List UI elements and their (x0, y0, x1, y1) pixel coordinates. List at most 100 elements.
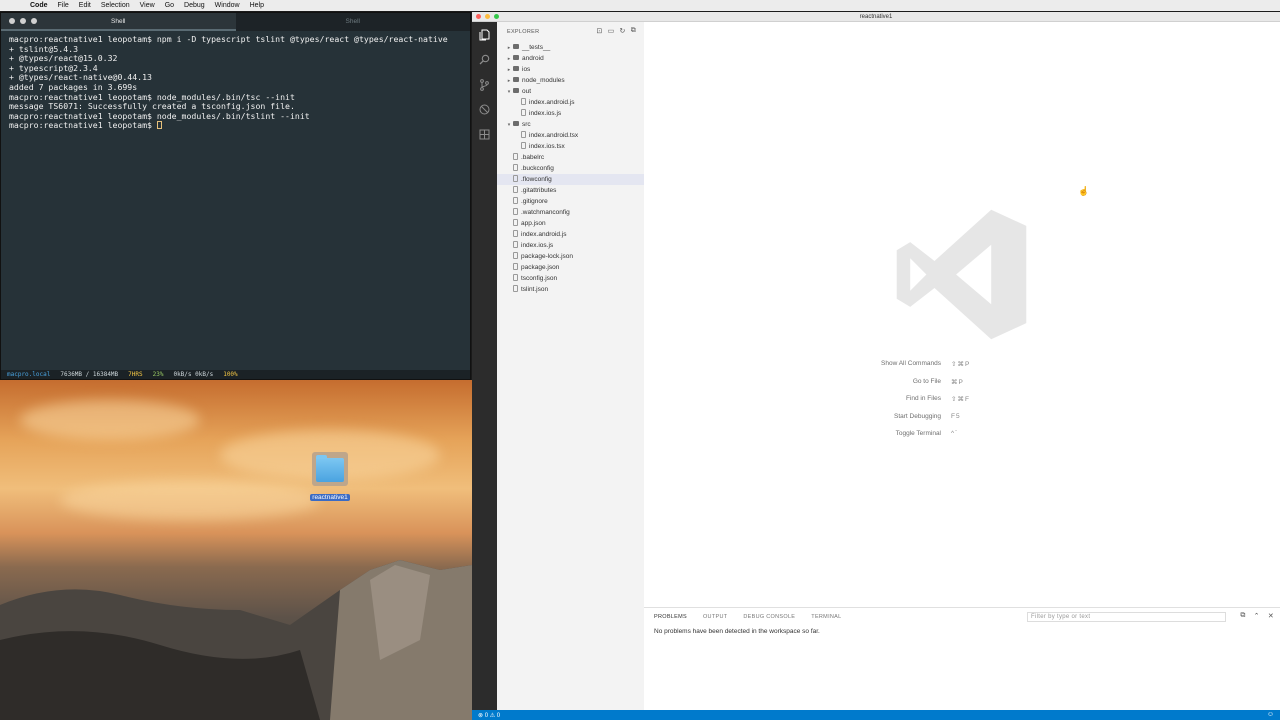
tab-output[interactable]: OUTPUT (703, 614, 727, 620)
tab-problems[interactable]: PROBLEMS (654, 614, 687, 620)
tree-folder[interactable]: ▸ node_modules (497, 75, 644, 86)
debug-icon[interactable] (472, 97, 497, 122)
files-icon[interactable] (472, 22, 497, 47)
tree-folder[interactable]: ▾ src (497, 119, 644, 130)
tree-file[interactable]: .buckconfig (497, 163, 644, 174)
close-panel-icon[interactable]: ✕ (1268, 612, 1274, 620)
tree-file[interactable]: package.json (497, 262, 644, 273)
menu-edit[interactable]: Edit (79, 2, 91, 9)
error-icon: ⊗ (478, 712, 484, 719)
file-icon (513, 208, 518, 215)
status-host: macpro.local (7, 371, 51, 378)
file-icon (513, 186, 518, 193)
collapse-all-icon[interactable]: ⧉ (631, 27, 636, 35)
tree-item-label: .watchmanconfig (521, 209, 570, 216)
tree-file[interactable]: package-lock.json (497, 251, 644, 262)
terminal-window-controls[interactable] (9, 18, 37, 24)
tree-file[interactable]: .flowconfig (497, 174, 644, 185)
vscode-logo-watermark (896, 209, 1027, 340)
tree-file[interactable]: tslint.json (497, 284, 644, 295)
tree-item-label: app.json (521, 220, 546, 227)
tree-file[interactable]: .babelrc (497, 152, 644, 163)
shortcut-keys: ⇧⌘P (951, 361, 971, 368)
file-icon (513, 252, 518, 259)
terminal-tab-inactive[interactable]: Shell (236, 13, 471, 31)
tree-file[interactable]: .gitattributes (497, 185, 644, 196)
menu-go[interactable]: Go (165, 2, 174, 9)
maximize-panel-icon[interactable]: ⌃ (1254, 612, 1260, 620)
tree-item-label: index.android.js (521, 231, 567, 238)
status-uptime: 7HRS (128, 371, 143, 378)
menu-file[interactable]: File (58, 2, 69, 9)
error-count: 0 (484, 712, 489, 719)
refresh-icon[interactable]: ↻ (620, 27, 626, 35)
wallpaper-cliffs (0, 560, 472, 720)
source-control-icon[interactable] (472, 72, 497, 97)
shortcut-row: Show All Commands ⇧⌘P (644, 360, 1280, 378)
terminal-window[interactable]: Shell Shell macpro:reactnative1 leopotam… (0, 12, 471, 380)
shortcut-keys: ⌘P (951, 378, 964, 386)
editor-area[interactable]: Show All Commands ⇧⌘P Go to File ⌘P Find i… (644, 22, 1280, 617)
shortcut-label: Show All Commands (881, 360, 941, 367)
desktop-folder[interactable]: reactnative1 (310, 452, 350, 504)
shortcut-row: Toggle Terminal ^` (644, 430, 1280, 448)
tree-folder[interactable]: ▸ ios (497, 64, 644, 75)
tree-file[interactable]: index.android.js (497, 97, 644, 108)
menu-window[interactable]: Window (215, 2, 240, 9)
tree-item-label: .flowconfig (521, 176, 552, 183)
panel-actions: ⧉ ⌃ ✕ (1240, 612, 1274, 620)
menu-debug[interactable]: Debug (184, 2, 205, 9)
file-icon (513, 153, 518, 160)
tree-file[interactable]: .gitignore (497, 196, 644, 207)
problems-filter-input[interactable]: Filter by type or text (1027, 612, 1226, 622)
shortcut-row: Start Debugging F5 (644, 413, 1280, 431)
folder-icon (513, 88, 519, 93)
terminal-output[interactable]: macpro:reactnative1 leopotam$ npm i -D t… (1, 31, 470, 135)
collapse-all-icon[interactable]: ⧉ (1240, 612, 1245, 620)
shortcut-keys: ^` (951, 430, 959, 437)
search-icon[interactable] (472, 47, 497, 72)
tree-item-label: __tests__ (522, 44, 551, 51)
tab-debug-console[interactable]: DEBUG CONSOLE (743, 614, 795, 620)
shortcut-keys: F5 (951, 412, 961, 420)
folder-icon (513, 44, 519, 49)
tab-terminal[interactable]: TERMINAL (811, 614, 841, 620)
menu-app-name[interactable]: Code (30, 2, 48, 9)
tree-folder[interactable]: ▸ __tests__ (497, 42, 644, 53)
menu-help[interactable]: Help (250, 2, 264, 9)
problems-status[interactable]: ⊗ 0 ⚠ 0 (478, 712, 500, 719)
tree-file[interactable]: index.ios.js (497, 240, 644, 251)
explorer-header: EXPLORER ⊡ ▭ ↻ ⧉ (497, 22, 644, 42)
file-icon (513, 164, 518, 171)
shortcut-label: Toggle Terminal (895, 430, 941, 437)
shortcut-label: Go to File (912, 377, 941, 385)
shortcut-row: Go to File ⌘P (644, 378, 1280, 396)
file-icon (513, 230, 518, 237)
new-file-icon[interactable]: ⊡ (596, 27, 602, 35)
tree-file[interactable]: index.ios.tsx (497, 141, 644, 152)
tree-folder[interactable]: ▸ android (497, 53, 644, 64)
new-folder-icon[interactable]: ▭ (608, 27, 615, 35)
menu-view[interactable]: View (140, 2, 155, 9)
tree-file[interactable]: app.json (497, 218, 644, 229)
tree-item-label: .babelrc (521, 154, 545, 161)
terminal-cursor (156, 121, 162, 130)
explorer-sidebar: EXPLORER ⊡ ▭ ↻ ⧉ ▸ __tests__ ▸ android ▸ ios ▸… (497, 22, 644, 710)
tree-file[interactable]: tsconfig.json (497, 273, 644, 284)
vscode-window-controls[interactable] (476, 14, 499, 19)
feedback-icon[interactable]: ☺ (1267, 711, 1274, 718)
tree-item-label: out (522, 88, 532, 95)
file-icon (513, 241, 518, 248)
warning-icon: ⚠ (489, 712, 496, 719)
activity-bar (472, 22, 497, 710)
tree-folder[interactable]: ▾ out (497, 86, 644, 97)
tree-file[interactable]: .watchmanconfig (497, 207, 644, 218)
tree-file[interactable]: index.android.tsx (497, 130, 644, 141)
tree-file[interactable]: index.ios.js (497, 108, 644, 119)
terminal-prompt-line[interactable]: macpro:reactnative1 leopotam$ (9, 121, 462, 131)
terminal-tab-bar: Shell Shell (1, 13, 470, 31)
menu-selection[interactable]: Selection (101, 2, 130, 9)
extensions-icon[interactable] (472, 122, 497, 147)
shortcut-keys: ⇧⌘F (951, 396, 970, 403)
tree-file[interactable]: index.android.js (497, 229, 644, 240)
